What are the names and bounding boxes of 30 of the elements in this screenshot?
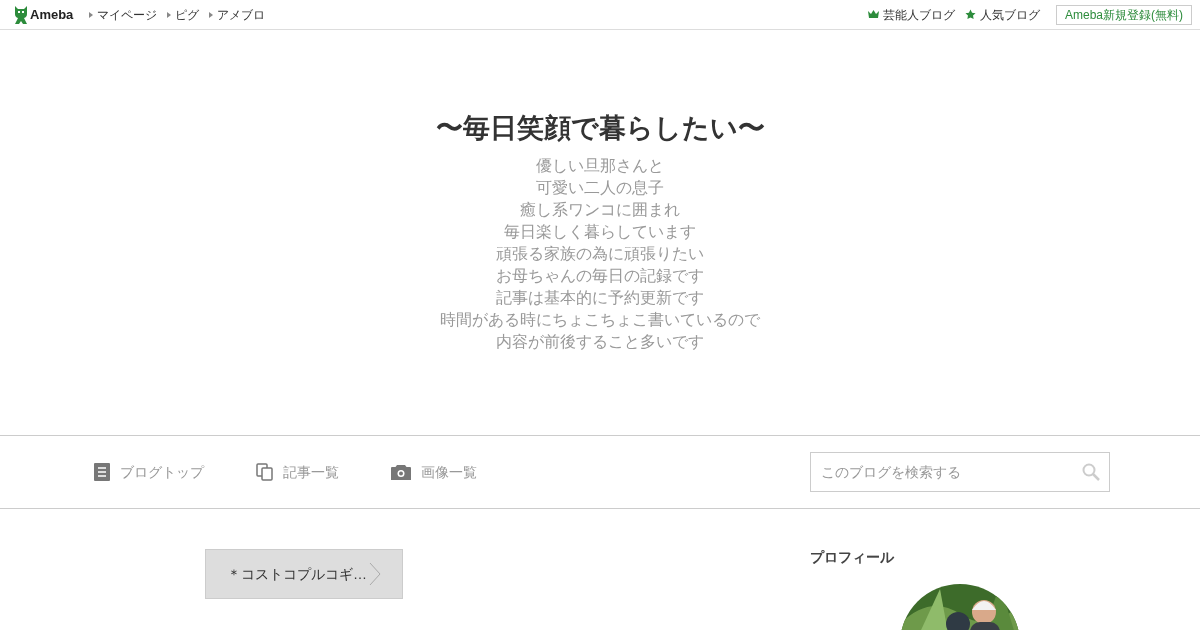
chevron-right-icon [369,562,381,586]
blog-description-line: 癒し系ワンコに囲まれ [520,200,680,220]
header-link[interactable]: 人気ブログ [980,5,1040,24]
blog-description-line: 記事は基本的に予約更新です [496,288,704,308]
logo-icon [14,5,28,24]
header-link[interactable]: マイページ [97,5,158,24]
profile-heading: プロフィール [810,548,895,567]
header-link[interactable]: 芸能人ブログ [883,5,955,24]
star-icon [965,9,976,20]
blog-description-line: 時間がある時にちょこちょこ書いているので [440,310,760,330]
document-icon [94,463,110,481]
blog-title[interactable]: 〜毎日笑顔で暮らしたい〜 [435,110,765,146]
copy-icon [256,463,273,481]
caret-icon [209,11,214,18]
blog-description-line: 可愛い二人の息子 [536,178,664,198]
crown-icon [868,10,879,19]
blog-description-line: 優しい旦那さんと [536,156,664,176]
header-link[interactable]: アメブロ [217,5,266,24]
next-entry-button[interactable]: ＊コストコプルコギ… [205,549,403,599]
blog-description-line: お母ちゃんの毎日の記録です [496,266,704,286]
blog-description-line: 内容が前後すること多いです [496,332,704,352]
caret-icon [89,11,94,18]
signup-button[interactable]: Ameba新規登録(無料) [1056,4,1192,25]
camera-icon [391,463,411,481]
blog-description-line: 毎日楽しく暮らしています [504,222,696,242]
logo-text[interactable]: Ameba [30,4,74,25]
blog-description-line: 頑張る家族の為に頑張りたい [496,244,704,264]
caret-icon [167,11,172,18]
header-link[interactable]: ピグ [175,5,200,24]
search-field[interactable]: このブログを検索する [810,452,1110,492]
